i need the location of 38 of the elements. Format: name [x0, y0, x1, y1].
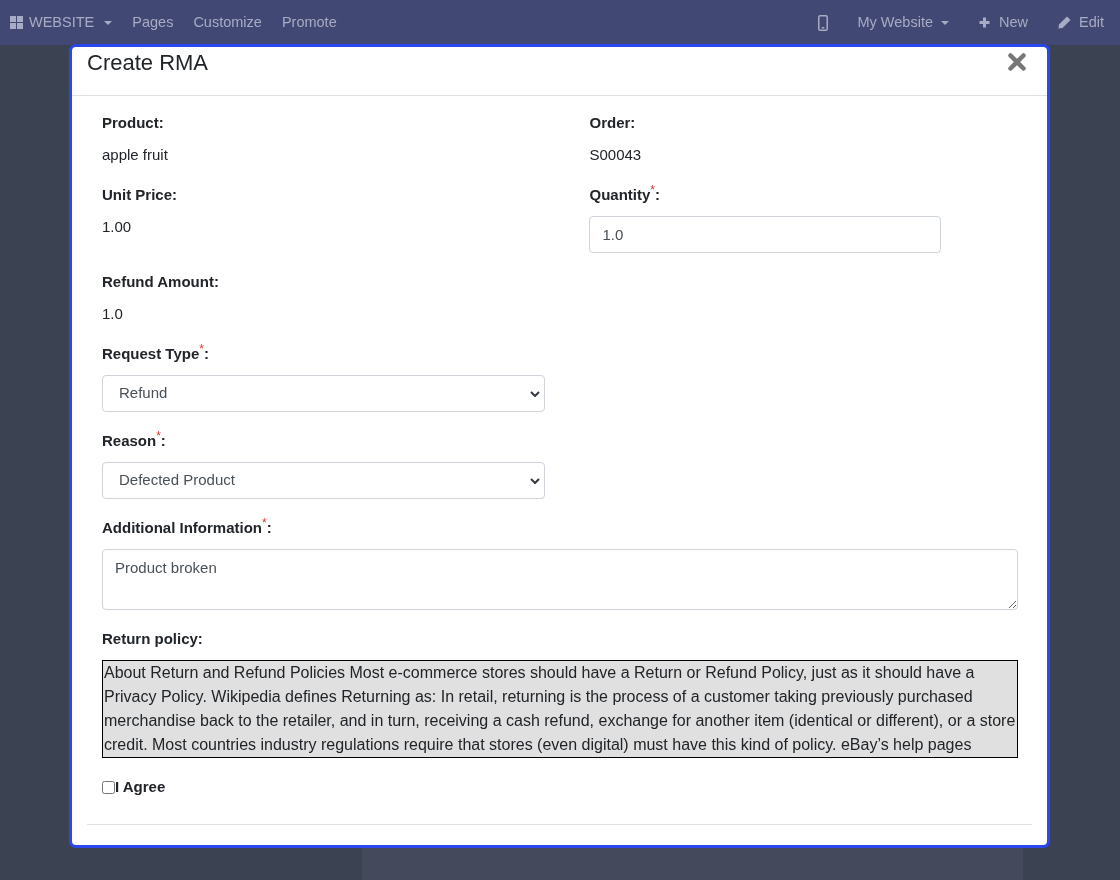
field-label: Unit Price: — [102, 185, 178, 205]
field-value: 1.0 — [102, 304, 124, 324]
field-label: Reason$^{*}$: — [102, 430, 167, 451]
policy-text-box: About Return and Refund Policies Most e-commerce stores should have a Return or Refund Policy, just as it should have a Privacy Policy. Wikipedia defines Returning as: In retail, returning is the process of a customer taking previously purchased merchandise back to the retailer, and in turn, receiving a cash refund, exchange for another item (identical or different), or a store credit. Most countries industry regulations require that stores (even digital) must have this kind of policy. eBay’s help pages — [102, 660, 1018, 758]
nav-link[interactable]: Customize — [193, 0, 262, 45]
chevron-down-icon — [530, 477, 540, 484]
nav-link[interactable]: Pages — [132, 0, 174, 45]
close-button[interactable] — [1008, 53, 1026, 71]
field-value: 1.00 — [102, 217, 133, 237]
close-icon — [1008, 53, 1026, 71]
textarea-field[interactable]: Product broken — [102, 549, 1018, 610]
field-label: Quantity$^{*}$: — [589, 184, 661, 205]
field-label: Order: — [589, 113, 637, 133]
field-label: Refund Amount: — [102, 272, 220, 292]
pencil-icon — [1058, 16, 1071, 29]
field-label: Request Type$^{*}$: — [102, 343, 210, 364]
plus-icon — [979, 17, 990, 28]
field-value: S00043 — [589, 145, 643, 165]
field-label: Return policy: — [102, 629, 204, 649]
website-dropdown[interactable]: My Website — [857, 0, 949, 45]
nav-link[interactable]: Promote — [281, 0, 337, 45]
chevron-down-icon — [530, 390, 540, 397]
grid-icon — [10, 16, 23, 29]
edit-button[interactable]: Edit — [1058, 0, 1104, 45]
apps-menu-button[interactable]: WEBSITE — [10, 0, 113, 45]
text-input[interactable]: 1.0 — [589, 216, 942, 253]
caret-down-icon — [104, 20, 113, 25]
agree-checkbox[interactable] — [102, 780, 115, 794]
agree-label[interactable]: I Agree — [115, 776, 166, 798]
select-field[interactable]: Defected Product — [102, 462, 545, 499]
dialog-title: Create RMA — [87, 49, 209, 77]
new-button[interactable]: New — [979, 0, 1028, 45]
mobile-phone-icon — [817, 14, 828, 31]
select-field[interactable]: Refund — [102, 375, 545, 412]
field-label: Product: — [102, 113, 165, 133]
field-label: Additional Information$^{*}$: — [102, 517, 273, 538]
caret-down-icon — [941, 20, 949, 25]
field-value: apple fruit — [102, 145, 169, 165]
